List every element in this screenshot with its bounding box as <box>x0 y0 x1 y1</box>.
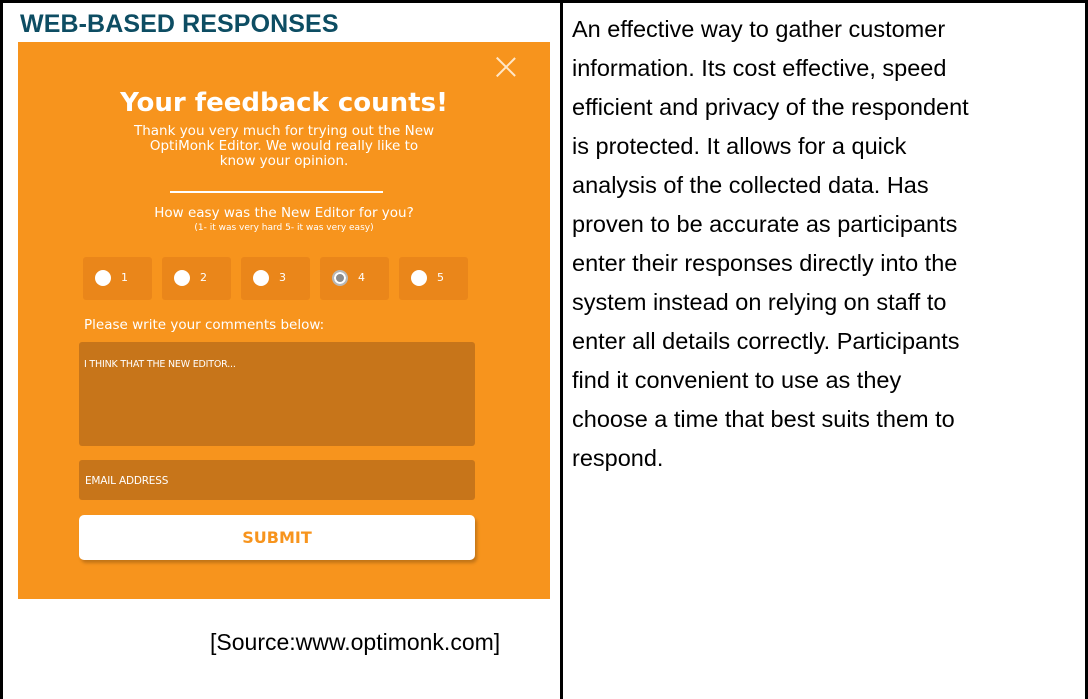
table-left-border <box>0 0 3 699</box>
rating-option-3[interactable]: 3 <box>241 257 310 300</box>
rating-option-1[interactable]: 1 <box>83 257 152 300</box>
paragraph-line: respond. <box>572 445 664 471</box>
section-heading: WEB-BASED RESPONSES <box>20 10 339 38</box>
popup-intro: Thank you very much for trying out the N… <box>84 124 484 169</box>
paragraph-line: find it convenient to use as they <box>572 367 902 393</box>
rating-scale-hint: (1- it was very hard 5- it was very easy… <box>194 223 374 233</box>
email-placeholder: EMAIL ADDRESS <box>85 475 169 487</box>
comments-label: Please write your comments below: <box>84 317 325 333</box>
paragraph-line: analysis of the collected data. Has <box>572 172 929 198</box>
radio-icon[interactable] <box>253 270 269 286</box>
radio-selected-icon[interactable] <box>332 270 348 286</box>
popup-intro-line: know your opinion. <box>219 153 349 169</box>
description-paragraph: An effective way to gather customer info… <box>572 10 1077 478</box>
rating-question: How easy was the New Editor for you? <box>154 205 414 221</box>
comments-value: I THINK THAT THE NEW EDITOR... <box>84 359 236 370</box>
paragraph-line: efficient and privacy of the respondent <box>572 94 969 120</box>
popup-title: Your feedback counts! <box>120 88 448 118</box>
rating-option-2[interactable]: 2 <box>162 257 231 300</box>
paragraph-line: An effective way to gather customer <box>572 16 946 42</box>
table-column-divider <box>560 0 563 699</box>
rating-option-4[interactable]: 4 <box>320 257 389 300</box>
radio-icon[interactable] <box>95 270 111 286</box>
feedback-popup-image: Your feedback counts! Thank you very muc… <box>18 42 550 599</box>
paragraph-line: proven to be accurate as participants <box>572 211 958 237</box>
submit-button[interactable]: SUBMIT <box>79 515 475 560</box>
popup-divider <box>170 191 383 193</box>
comments-textarea[interactable]: I THINK THAT THE NEW EDITOR... <box>79 342 475 446</box>
popup-intro-line: Thank you very much for trying out the N… <box>133 123 435 139</box>
close-icon[interactable] <box>495 56 517 78</box>
paragraph-line: information. Its cost effective, speed <box>572 55 947 81</box>
rating-option-label: 5 <box>437 271 444 284</box>
radio-icon[interactable] <box>411 270 427 286</box>
paragraph-line: choose a time that best suits them to <box>572 406 955 432</box>
rating-option-label: 2 <box>200 271 207 284</box>
document-table: WEB-BASED RESPONSES Your feedback counts… <box>0 0 1088 699</box>
rating-option-label: 4 <box>358 271 365 284</box>
table-top-border <box>0 0 1088 3</box>
paragraph-line: enter all details correctly. Participant… <box>572 328 960 354</box>
rating-option-5[interactable]: 5 <box>399 257 468 300</box>
paragraph-line: system instead on relying on staff to <box>572 289 947 315</box>
source-citation: [Source:www.optimonk.com] <box>210 629 501 655</box>
paragraph-line: enter their responses directly into the <box>572 250 958 276</box>
radio-icon[interactable] <box>174 270 190 286</box>
rating-option-label: 3 <box>279 271 286 284</box>
paragraph-line: is protected. It allows for a quick <box>572 133 907 159</box>
email-field[interactable]: EMAIL ADDRESS <box>79 460 475 500</box>
rating-option-label: 1 <box>121 271 128 284</box>
popup-intro-line: OptiMonk Editor. We would really like to <box>149 138 419 154</box>
